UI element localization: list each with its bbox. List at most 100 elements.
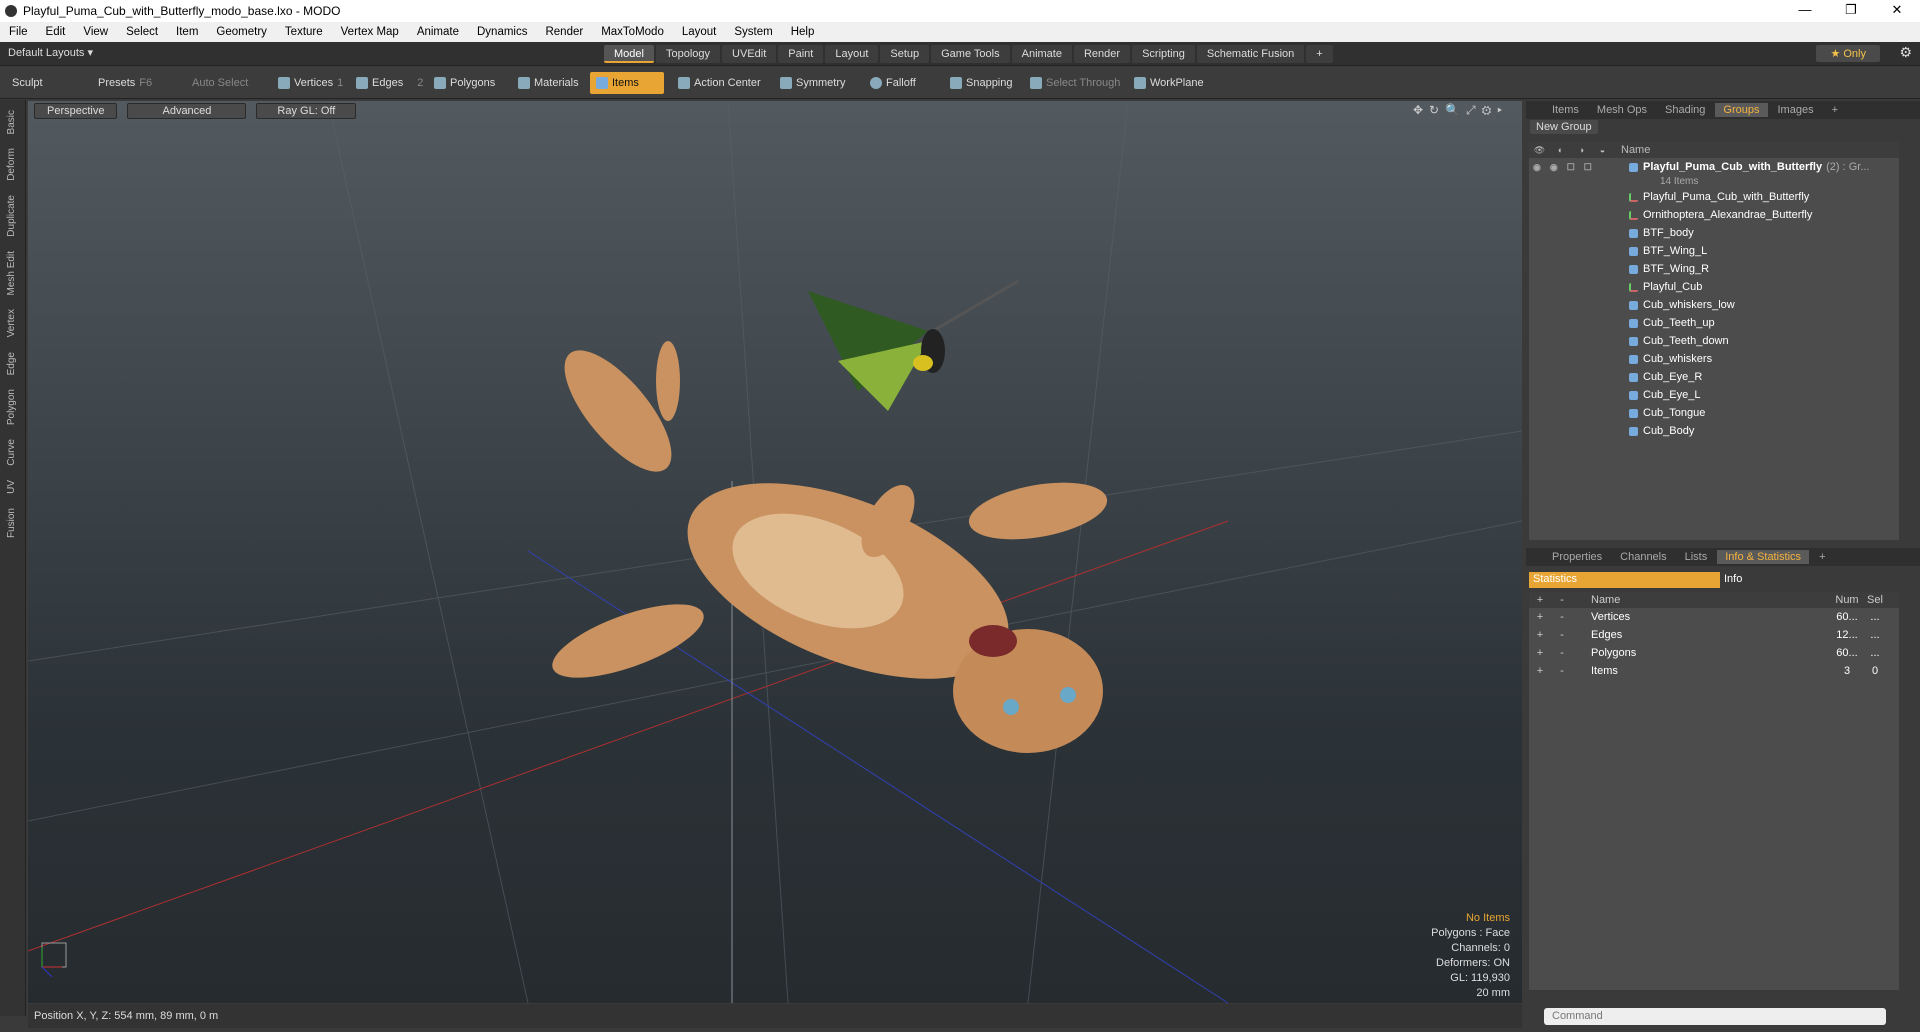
list-item[interactable]: BTF_Wing_R xyxy=(1529,260,1899,278)
presets-button[interactable]: Presets F6 xyxy=(92,72,158,94)
list-item[interactable]: Playful_Puma_Cub_with_Butterfly xyxy=(1529,188,1899,206)
info-tab[interactable]: Info xyxy=(1720,572,1746,588)
tab-layout[interactable]: Layout xyxy=(825,45,879,63)
items-button[interactable]: Items xyxy=(590,72,664,94)
snapping-button[interactable]: Snapping xyxy=(944,72,1019,94)
menu-animate[interactable]: Animate xyxy=(408,26,468,38)
list-item[interactable]: Cub_Tongue xyxy=(1529,404,1899,422)
group-row[interactable]: ◉◉☐☐ Playful_Puma_Cub_with_Butterfly (2)… xyxy=(1529,158,1899,176)
polygons-button[interactable]: Polygons xyxy=(428,72,501,94)
list-item[interactable]: Cub_Eye_L xyxy=(1529,386,1899,404)
tab-groups[interactable]: Groups xyxy=(1715,103,1768,117)
menu-layout[interactable]: Layout xyxy=(673,26,726,38)
list-item[interactable]: BTF_body xyxy=(1529,224,1899,242)
tab-curve[interactable]: Curve xyxy=(6,435,20,470)
auto-select-button[interactable]: Auto Select xyxy=(186,72,254,94)
menu-vertex-map[interactable]: Vertex Map xyxy=(332,26,408,38)
tab-render[interactable]: Render xyxy=(1073,45,1131,63)
menu-edit[interactable]: Edit xyxy=(37,26,75,38)
tab-vertex[interactable]: Vertex xyxy=(6,305,20,341)
new-group-button[interactable]: New Group xyxy=(1530,120,1598,134)
tab-items[interactable]: Items xyxy=(1544,103,1587,117)
tab-channels[interactable]: Channels xyxy=(1612,550,1674,564)
select-through-button[interactable]: Select Through xyxy=(1024,72,1126,94)
tab-images[interactable]: Images xyxy=(1770,103,1822,117)
tab-lists[interactable]: Lists xyxy=(1677,550,1716,564)
list-item[interactable]: Cub_Eye_R xyxy=(1529,368,1899,386)
materials-button[interactable]: Materials xyxy=(512,72,585,94)
action-center-button[interactable]: Action Center xyxy=(672,72,767,94)
tab-model[interactable]: Model xyxy=(604,45,654,63)
menu-render[interactable]: Render xyxy=(536,26,592,38)
list-item[interactable]: Cub_Teeth_down xyxy=(1529,332,1899,350)
3d-viewport[interactable]: Perspective Advanced Ray GL: Off ✥↻🔍⤢⚙▸ … xyxy=(28,101,1522,1003)
tab-basic[interactable]: Basic xyxy=(6,106,20,138)
tab-edge[interactable]: Edge xyxy=(6,348,20,379)
menu-system[interactable]: System xyxy=(725,26,781,38)
list-item[interactable]: Playful_Cub xyxy=(1529,278,1899,296)
menu-select[interactable]: Select xyxy=(117,26,167,38)
viewport-nav-icons[interactable]: ✥↻🔍⤢⚙▸ xyxy=(1413,103,1508,118)
table-row[interactable]: + - Vertices 60...... xyxy=(1529,608,1899,626)
command-input[interactable]: Command xyxy=(1544,1008,1886,1025)
tab-mesh-edit[interactable]: Mesh Edit xyxy=(6,247,20,299)
list-item[interactable]: BTF_Wing_L xyxy=(1529,242,1899,260)
edges-button[interactable]: Edges 2 xyxy=(350,72,429,94)
list-item[interactable]: Cub_whiskers_low xyxy=(1529,296,1899,314)
list-item[interactable]: Cub_Teeth_up xyxy=(1529,314,1899,332)
tab-deform[interactable]: Deform xyxy=(6,144,20,185)
list-item[interactable]: Cub_whiskers xyxy=(1529,350,1899,368)
tab-shading[interactable]: Shading xyxy=(1657,103,1713,117)
menu-item[interactable]: Item xyxy=(167,26,207,38)
falloff-button[interactable]: Falloff xyxy=(864,72,922,94)
menu-geometry[interactable]: Geometry xyxy=(207,26,276,38)
symmetry-button[interactable]: Symmetry xyxy=(774,72,852,94)
list-item[interactable]: Ornithoptera_Alexandrae_Butterfly xyxy=(1529,206,1899,224)
only-toggle[interactable]: ★ Only xyxy=(1816,45,1880,62)
layouts-dropdown[interactable]: Default Layouts ▾ xyxy=(8,46,93,59)
shading-mode-dropdown[interactable]: Advanced xyxy=(127,103,247,119)
vertices-button[interactable]: Vertices 1 xyxy=(272,72,349,94)
add-bottom-tab[interactable]: + xyxy=(1811,550,1833,564)
ray-gl-toggle[interactable]: Ray GL: Off xyxy=(256,103,357,119)
tab-fusion[interactable]: Fusion xyxy=(6,504,20,542)
perspective-dropdown[interactable]: Perspective xyxy=(34,103,118,119)
menu-view[interactable]: View xyxy=(74,26,117,38)
table-row[interactable]: + - Edges 12...... xyxy=(1529,626,1899,644)
group-visibility-icons[interactable]: ◉◉☐☐ xyxy=(1529,162,1609,173)
render-icon[interactable]: ◐ xyxy=(1550,145,1571,155)
menu-file[interactable]: File xyxy=(0,26,37,38)
tab-paint[interactable]: Paint xyxy=(778,45,824,63)
tab-uv[interactable]: UV xyxy=(6,476,20,498)
menu-help[interactable]: Help xyxy=(782,26,824,38)
tab-topology[interactable]: Topology xyxy=(655,45,721,63)
maximize-button[interactable]: ❐ xyxy=(1828,0,1874,22)
minimize-button[interactable]: — xyxy=(1782,0,1828,22)
lock-icon[interactable]: ◑ xyxy=(1571,145,1592,155)
workplane-button[interactable]: WorkPlane xyxy=(1128,72,1210,94)
menu-texture[interactable]: Texture xyxy=(276,26,332,38)
tab-properties[interactable]: Properties xyxy=(1544,550,1610,564)
table-row[interactable]: + - Polygons 60...... xyxy=(1529,644,1899,662)
menu-maxtomodo[interactable]: MaxToModo xyxy=(592,26,673,38)
add-panel-tab[interactable]: + xyxy=(1824,103,1846,117)
table-row[interactable]: + - Items 3 0 xyxy=(1529,662,1899,680)
close-button[interactable]: ✕ xyxy=(1874,0,1920,22)
select-icon[interactable]: ◒ xyxy=(1592,145,1613,155)
tab-scripting[interactable]: Scripting xyxy=(1132,45,1195,63)
sculpt-button[interactable]: Sculpt xyxy=(6,72,49,94)
tab-uvedit[interactable]: UVEdit xyxy=(722,45,777,63)
tab-polygon[interactable]: Polygon xyxy=(6,385,20,429)
tab-animate[interactable]: Animate xyxy=(1011,45,1072,63)
tab-mesh-ops[interactable]: Mesh Ops xyxy=(1589,103,1655,117)
menu-dynamics[interactable]: Dynamics xyxy=(468,26,536,38)
tab-duplicate[interactable]: Duplicate xyxy=(6,191,20,241)
tab-game-tools[interactable]: Game Tools xyxy=(931,45,1010,63)
list-item[interactable]: Cub_Body xyxy=(1529,422,1899,440)
eye-icon[interactable]: 👁 xyxy=(1529,145,1550,156)
statistics-tab[interactable]: Statistics xyxy=(1529,572,1720,588)
add-tab-button[interactable]: + xyxy=(1306,45,1333,63)
tab-info-statistics[interactable]: Info & Statistics xyxy=(1717,550,1810,564)
gear-icon[interactable]: ⚙ xyxy=(1899,44,1912,61)
tab-setup[interactable]: Setup xyxy=(880,45,930,63)
